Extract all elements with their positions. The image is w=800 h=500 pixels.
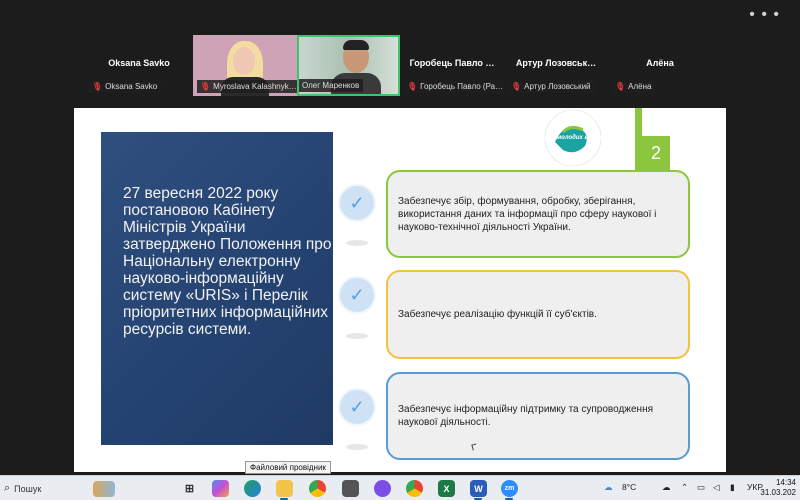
excel-icon[interactable]: X	[438, 480, 455, 497]
participant-name: Oksana Savko	[108, 58, 170, 68]
word-icon[interactable]: W	[470, 480, 487, 497]
participant-tile[interactable]: Горобець Павло … 🎙 Горобець Павло (Ра…	[400, 35, 504, 96]
participant-video-tile-active[interactable]: Олег Маренков	[297, 35, 400, 96]
more-options-icon[interactable]: • • •	[749, 6, 780, 24]
slide-title: 27 вересня 2022 року постановою Кабінету…	[123, 185, 332, 338]
slide-number-bar	[635, 108, 642, 170]
decorative-shadow	[346, 444, 368, 450]
shared-slide: 27 вересня 2022 року постановою Кабінету…	[74, 108, 726, 472]
decorative-shadow	[346, 240, 368, 246]
taskbar-tooltip: Файловий провідник	[245, 461, 331, 474]
file-explorer-icon[interactable]	[276, 480, 293, 497]
copilot-icon[interactable]	[212, 480, 229, 497]
participant-label: Олег Маренков	[299, 79, 364, 92]
participant-name: Горобець Павло …	[409, 58, 495, 68]
mic-muted-icon: 🎙	[200, 82, 211, 91]
viber-icon[interactable]	[374, 480, 391, 497]
search-highlight-image	[93, 480, 115, 497]
volume-icon[interactable]: ◁	[713, 482, 720, 493]
zoom-meeting-window: • • • Oksana Savko 🎙 Oksana Savko 🎙 Myrosl…	[0, 0, 800, 500]
council-logo-icon: Рада молодих вчених МІНІСТЕРСТВО ОСВІТИ …	[538, 109, 609, 175]
onedrive-icon[interactable]: ☁	[662, 482, 671, 493]
clock-date: 31.03.202	[760, 488, 796, 497]
participant-video-tile[interactable]: 🎙 Myroslava Kalashnyk…	[193, 35, 297, 96]
check-icon: ✓	[338, 276, 376, 314]
taskbar-search[interactable]: ⌕ Пошук	[0, 478, 115, 499]
battery-icon[interactable]: ▮	[730, 482, 735, 493]
info-card-text: Забезпечує збір, формування, обробку, зб…	[398, 195, 657, 233]
info-card: Забезпечує реалізацію функцій її суб'єкт…	[386, 270, 690, 359]
participant-label: 🎙 Горобець Павло (Ра…	[404, 80, 504, 93]
participant-label: 🎙 Алёна	[612, 80, 656, 93]
widgets-icon[interactable]: ⊞	[181, 480, 198, 497]
weather-icon: ☁	[604, 482, 613, 492]
mic-muted-icon: 🎙	[615, 82, 626, 91]
store-icon[interactable]	[342, 480, 359, 497]
search-icon: ⌕	[4, 482, 11, 494]
participant-label: 🎙 Myroslava Kalashnyk…	[197, 80, 297, 93]
decorative-shadow	[346, 333, 368, 339]
check-icon: ✓	[338, 184, 376, 222]
windows-taskbar: ⌕ Пошук ⊞ X W zm ☁ 8°C ☁ ⌃ ▭ ◁ ▮ УКР 14:…	[0, 475, 800, 500]
zoom-icon[interactable]: zm	[501, 480, 518, 497]
clock-time: 14:34	[775, 478, 796, 487]
info-card-text: Забезпечує реалізацію функцій її суб'єкт…	[398, 309, 597, 320]
svg-text:Рада молодих вчених: Рада молодих вчених	[541, 135, 606, 141]
participant-name: Артур Лозовськ…	[515, 58, 597, 68]
participant-label: 🎙 Oksana Savko	[89, 80, 162, 93]
search-label: Пошук	[14, 483, 42, 494]
participant-tile[interactable]: Алёна 🎙 Алёна	[608, 35, 712, 96]
slide-title-box: 27 вересня 2022 року постановою Кабінету…	[101, 132, 333, 445]
mic-muted-icon: 🎙	[407, 82, 418, 91]
participant-tile[interactable]: Артур Лозовськ… 🎙 Артур Лозовський	[504, 35, 608, 96]
participant-tile[interactable]: Oksana Savko 🎙 Oksana Savko	[85, 35, 193, 96]
info-card-text: Забезпечує інформаційну підтримку та суп…	[398, 404, 654, 428]
chrome-alt-icon[interactable]	[406, 480, 423, 497]
taskbar-clock[interactable]: 14:34 31.03.202	[760, 478, 796, 498]
tray-overflow-icon[interactable]: ⌃	[681, 482, 688, 493]
weather-temp[interactable]: 8°C	[622, 482, 636, 492]
mic-muted-icon: 🎙	[92, 82, 103, 91]
slide-number: 2	[642, 136, 670, 170]
network-icon[interactable]: ▭	[697, 482, 705, 493]
info-card: Забезпечує збір, формування, обробку, зб…	[386, 170, 690, 258]
participant-name: Алёна	[646, 58, 674, 68]
info-card: Забезпечує інформаційну підтримку та суп…	[386, 372, 690, 460]
edge-icon[interactable]	[244, 480, 261, 497]
participant-label: 🎙 Артур Лозовський	[508, 80, 595, 93]
mic-muted-icon: 🎙	[511, 82, 522, 91]
check-icon: ✓	[338, 388, 376, 426]
chrome-icon[interactable]	[309, 480, 326, 497]
